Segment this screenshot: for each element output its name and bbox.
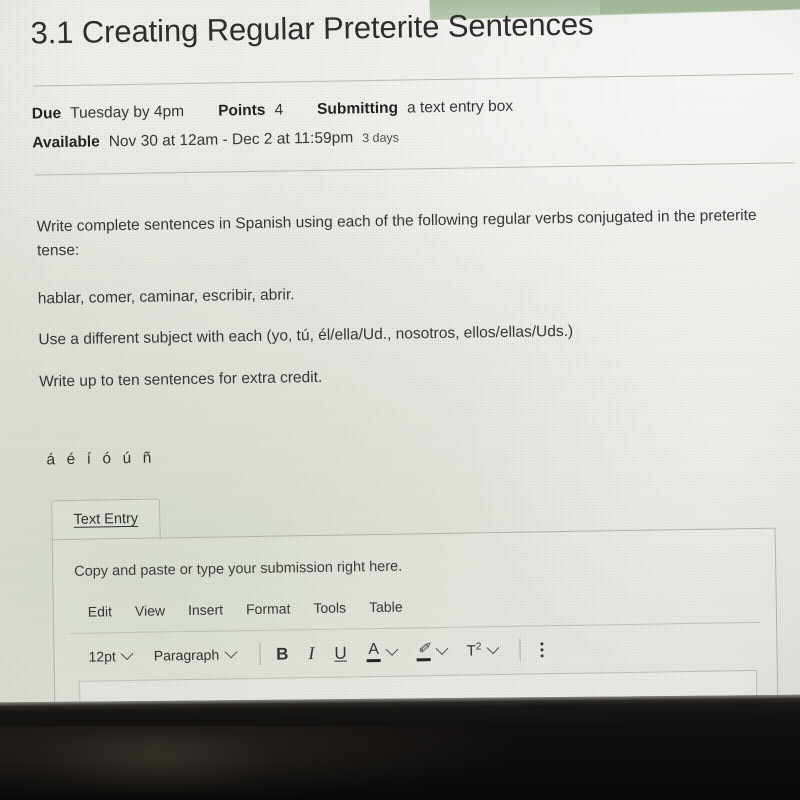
italic-button[interactable]: I: [308, 643, 314, 663]
tab-text-entry-label: Text Entry: [73, 510, 139, 528]
available-value: Nov 30 at 12am - Dec 2 at 11:59pm: [108, 129, 354, 151]
menu-tools[interactable]: Tools: [313, 600, 346, 617]
toolbar-separator: [258, 642, 261, 665]
more-options-icon[interactable]: [540, 641, 544, 657]
available-label: Available: [32, 133, 100, 152]
description-paragraph-1: Write complete sentences in Spanish usin…: [36, 206, 757, 259]
due-value: Tuesday by 4pm: [69, 103, 185, 122]
font-size-select[interactable]: 12pt: [88, 646, 134, 665]
highlighter-icon: ✐: [416, 641, 431, 661]
description-paragraph-4: Write up to ten sentences for extra cred…: [39, 368, 323, 391]
menu-format[interactable]: Format: [246, 600, 291, 617]
divider-top: [33, 73, 794, 87]
superscript-icon: T2: [466, 641, 482, 660]
highlight-color-button[interactable]: ✐: [416, 641, 449, 661]
submitting-label: Submitting: [316, 99, 399, 118]
bold-button[interactable]: B: [276, 644, 289, 663]
underline-button[interactable]: U: [334, 643, 347, 662]
description-paragraph-3: Use a different subject with each (yo, t…: [38, 322, 574, 349]
page-title: 3.1 Creating Regular Preterite Sentences: [30, 6, 594, 51]
chevron-down-icon: [120, 646, 134, 660]
text-color-icon: A: [366, 641, 381, 663]
block-format-value: Paragraph: [153, 646, 220, 664]
description-verb-list: hablar, comer, caminar, escribir, abrir.: [37, 286, 295, 308]
text-color-button[interactable]: A: [366, 641, 399, 663]
available-duration: 3 days: [362, 130, 400, 146]
assignment-meta-available-row: Available Nov 30 at 12am - Dec 2 at 11:59…: [32, 129, 399, 153]
menu-insert[interactable]: Insert: [188, 601, 223, 618]
chevron-down-icon: [486, 640, 500, 654]
submitting-value: a text entry box: [406, 97, 514, 117]
assignment-meta-due-row: Due Tuesday by 4pm Points 4 Submitting a text…: [32, 98, 513, 124]
tab-text-entry[interactable]: Text Entry: [51, 498, 161, 542]
dark-foreground: [0, 726, 800, 800]
chevron-down-icon: [224, 645, 237, 658]
points-value: 4: [274, 101, 284, 119]
toolbar-separator-end: [519, 638, 521, 661]
superscript-button[interactable]: T2: [466, 640, 500, 660]
menu-table[interactable]: Table: [369, 599, 403, 616]
points-label: Points: [217, 101, 266, 120]
accent-characters-helper: á é í ó ú ñ: [46, 449, 156, 469]
menu-edit[interactable]: Edit: [88, 603, 112, 619]
screenshot-photo: 3.1 Creating Regular Preterite Sentences…: [0, 0, 800, 800]
chevron-down-icon: [385, 642, 399, 656]
block-format-select[interactable]: Paragraph: [153, 645, 237, 664]
chevron-down-icon: [435, 641, 449, 655]
due-label: Due: [31, 105, 62, 123]
assignment-page: 3.1 Creating Regular Preterite Sentences…: [0, 0, 800, 729]
menu-view[interactable]: View: [135, 602, 165, 618]
divider-middle: [34, 162, 795, 176]
font-size-value: 12pt: [88, 648, 116, 665]
